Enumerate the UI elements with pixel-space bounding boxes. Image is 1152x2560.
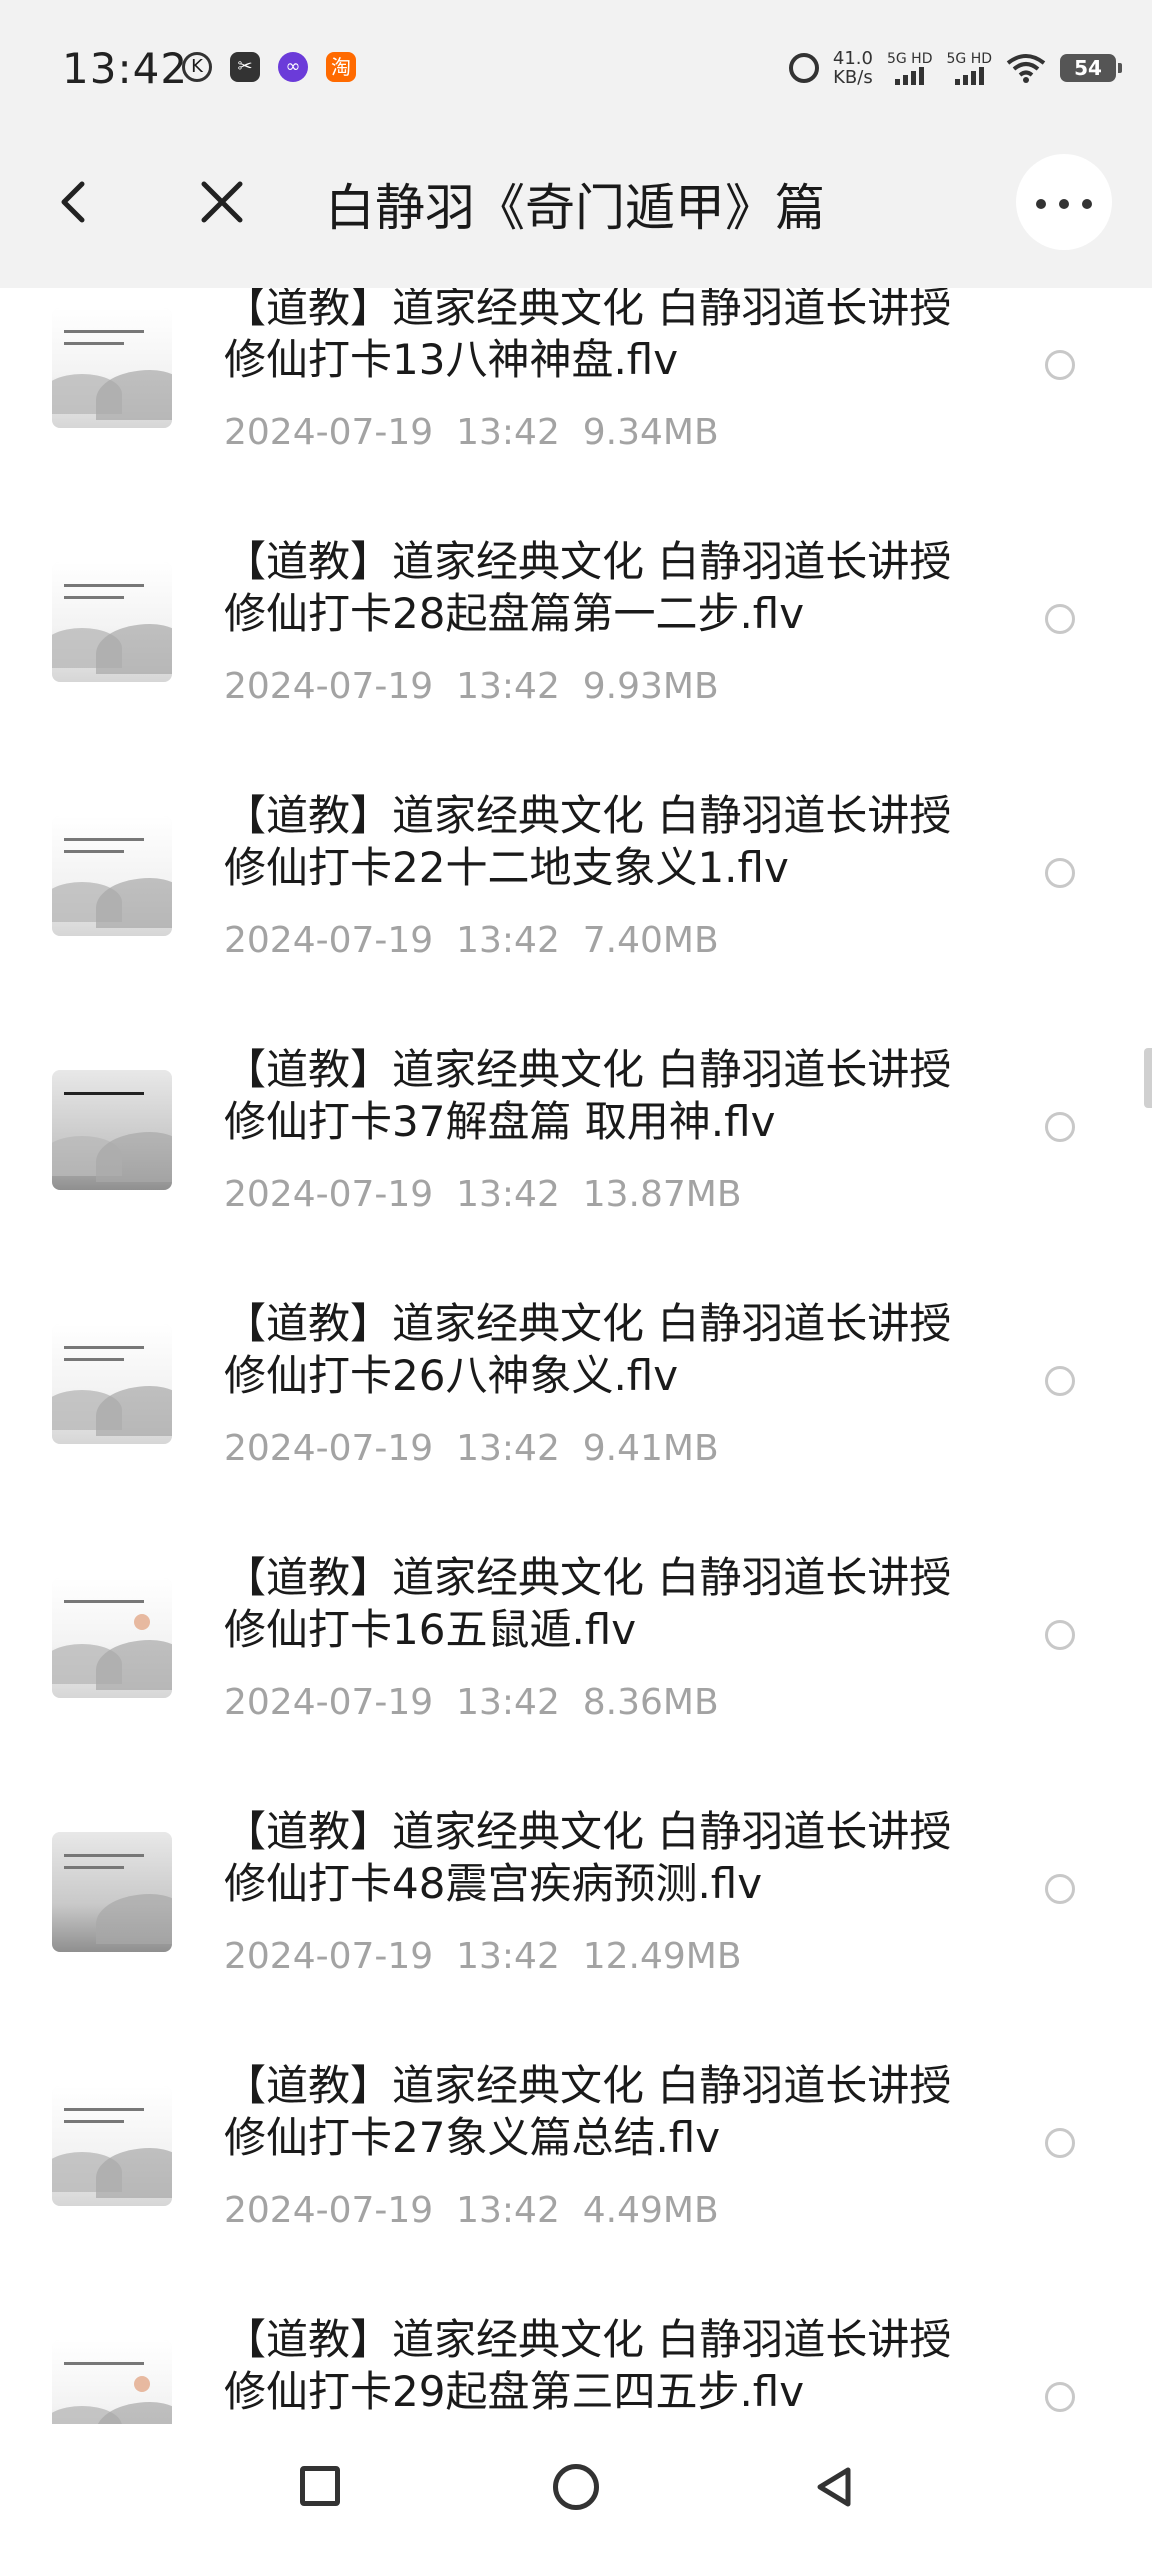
file-meta: 2024-07-19 13:42 9.93MB: [224, 666, 719, 707]
page-title: 白静羽《奇门遁甲》篇: [325, 179, 825, 237]
scissor-icon: ✂: [230, 52, 260, 82]
select-radio[interactable]: [1045, 2382, 1075, 2412]
k-icon: K: [182, 52, 212, 82]
file-name: 【道教】道家经典文化 白静羽道长讲授修仙打卡27象义篇总结.flv: [224, 2061, 952, 2162]
status-right-group: 41.0 KB/s 5G HD 5G HD 54: [788, 44, 1122, 92]
scrollbar[interactable]: [1144, 1048, 1152, 1108]
video-thumbnail: [52, 1070, 172, 1190]
infinity-icon: ∞: [278, 52, 308, 82]
video-thumbnail: [52, 1832, 172, 1952]
title-bar: 白静羽《奇门遁甲》篇: [0, 116, 1152, 288]
list-item[interactable]: 【道教】道家经典文化 白静羽道长讲授修仙打卡28起盘篇第一二步.flv 2024…: [0, 537, 1152, 796]
file-meta: 2024-07-19 13:42 8.36MB: [224, 1682, 719, 1723]
select-radio[interactable]: [1045, 1874, 1075, 1904]
file-name: 【道教】道家经典文化 白静羽道长讲授修仙打卡22十二地支象义1.flv: [224, 791, 952, 892]
video-thumbnail: [52, 562, 172, 682]
file-meta: 2024-07-19 13:42 7.40MB: [224, 920, 719, 961]
speed-unit: KB/s: [833, 67, 873, 88]
status-time: 13:42: [62, 44, 189, 93]
select-radio[interactable]: [1045, 1620, 1075, 1650]
video-thumbnail: [52, 1324, 172, 1444]
file-name: 【道教】道家经典文化 白静羽道长讲授修仙打卡26八神象义.flv: [224, 1299, 952, 1400]
select-radio[interactable]: [1045, 604, 1075, 634]
select-radio[interactable]: [1045, 350, 1075, 380]
file-list[interactable]: 【道教】道家经典文化 白静羽道长讲授修仙打卡13八神神盘.flv 2024-07…: [0, 288, 1152, 2424]
close-icon[interactable]: [182, 162, 262, 242]
file-meta: 2024-07-19 13:42 9.34MB: [224, 412, 719, 453]
sim1-label: 5G HD: [886, 51, 933, 67]
video-thumbnail: [52, 2340, 172, 2424]
sim2-label: 5G HD: [946, 51, 992, 67]
list-item[interactable]: 【道教】道家经典文化 白静羽道长讲授修仙打卡16五鼠遁.flv 2024-07-…: [0, 1553, 1152, 1812]
list-item[interactable]: 【道教】道家经典文化 白静羽道长讲授修仙打卡29起盘第三四五步.flv: [0, 2315, 1152, 2424]
video-thumbnail: [52, 2086, 172, 2206]
video-thumbnail: [52, 1578, 172, 1698]
system-nav-bar: [0, 2424, 1152, 2560]
select-radio[interactable]: [1045, 858, 1075, 888]
speed-value: 41.0: [832, 48, 873, 69]
file-meta: 2024-07-19 13:42 4.49MB: [224, 2190, 719, 2231]
file-name: 【道教】道家经典文化 白静羽道长讲授修仙打卡13八神神盘.flv: [224, 288, 952, 384]
file-name: 【道教】道家经典文化 白静羽道长讲授修仙打卡37解盘篇 取用神.flv: [224, 1045, 952, 1146]
file-meta: 2024-07-19 13:42 9.41MB: [224, 1428, 719, 1469]
file-name: 【道教】道家经典文化 白静羽道长讲授修仙打卡48震宫疾病预测.flv: [224, 1807, 952, 1908]
wifi-icon: [1006, 54, 1046, 83]
list-item[interactable]: 【道教】道家经典文化 白静羽道长讲授修仙打卡26八神象义.flv 2024-07…: [0, 1299, 1152, 1558]
select-radio[interactable]: [1045, 1112, 1075, 1142]
list-item[interactable]: 【道教】道家经典文化 白静羽道长讲授修仙打卡37解盘篇 取用神.flv 2024…: [0, 1045, 1152, 1304]
alarm-icon: [788, 53, 819, 83]
select-radio[interactable]: [1045, 1366, 1075, 1396]
file-meta: 2024-07-19 13:42 13.87MB: [224, 1174, 742, 1215]
list-item[interactable]: 【道教】道家经典文化 白静羽道长讲授修仙打卡22十二地支象义1.flv 2024…: [0, 791, 1152, 1050]
home-circle-icon[interactable]: [553, 2464, 599, 2510]
taobao-icon: 淘: [326, 52, 356, 82]
file-name: 【道教】道家经典文化 白静羽道长讲授修仙打卡28起盘篇第一二步.flv: [224, 537, 952, 638]
file-name: 【道教】道家经典文化 白静羽道长讲授修仙打卡29起盘第三四五步.flv: [224, 2315, 952, 2416]
video-thumbnail: [52, 308, 172, 428]
list-item[interactable]: 【道教】道家经典文化 白静羽道长讲授修仙打卡13八神神盘.flv 2024-07…: [0, 288, 1152, 542]
back-arrow-icon[interactable]: [34, 162, 114, 242]
select-radio[interactable]: [1045, 2128, 1075, 2158]
recents-square-icon[interactable]: [300, 2466, 340, 2506]
file-meta: 2024-07-19 13:42 12.49MB: [224, 1936, 742, 1977]
list-item[interactable]: 【道教】道家经典文化 白静羽道长讲授修仙打卡48震宫疾病预测.flv 2024-…: [0, 1807, 1152, 2066]
status-bar: 13:42 K ✂ ∞ 淘 41.0 KB/s 5G HD 5G HD 54: [0, 0, 1152, 116]
network-speed: 41.0 KB/s: [833, 49, 873, 87]
battery-icon: 54: [1060, 54, 1122, 82]
more-dots-icon[interactable]: [1016, 154, 1112, 250]
signal-icon-2: 5G HD: [946, 51, 992, 85]
file-name: 【道教】道家经典文化 白静羽道长讲授修仙打卡16五鼠遁.flv: [224, 1553, 952, 1654]
signal-icon: 5G HD: [886, 51, 933, 85]
list-item[interactable]: 【道教】道家经典文化 白静羽道长讲授修仙打卡27象义篇总结.flv 2024-0…: [0, 2061, 1152, 2320]
video-thumbnail: [52, 816, 172, 936]
back-triangle-icon[interactable]: [810, 2464, 856, 2510]
